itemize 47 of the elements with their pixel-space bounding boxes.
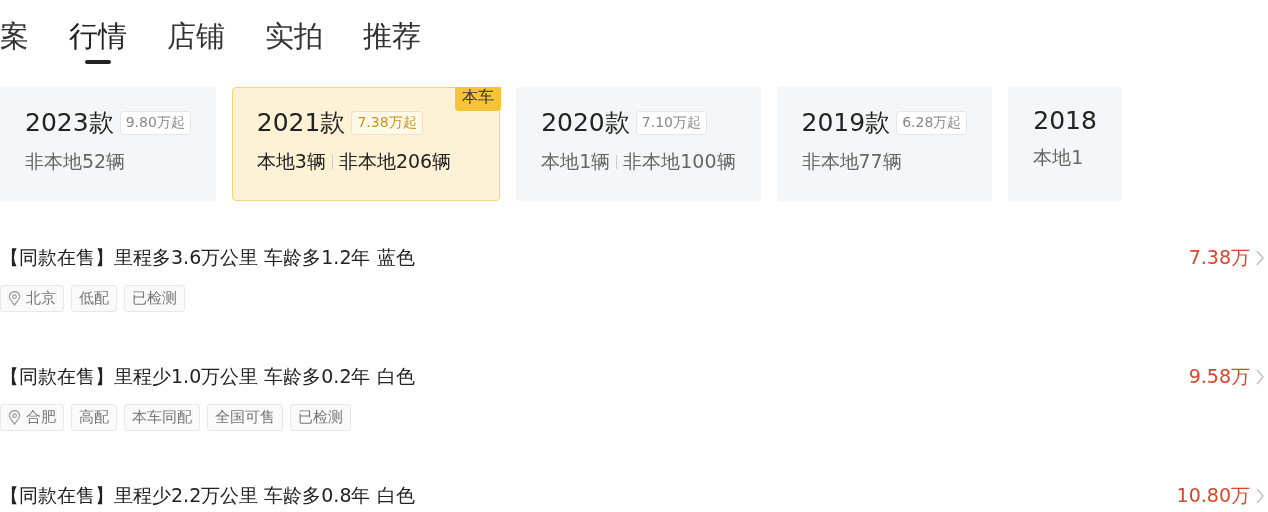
vehicle-count: 本地1辆	[541, 149, 611, 174]
model-year-card[interactable]: 本车 2021款 7.38万起 本地3辆 非本地206辆	[231, 87, 501, 201]
listing-tag: 合肥	[0, 404, 64, 431]
current-car-badge: 本车	[455, 87, 502, 111]
chevron-icon	[1256, 250, 1264, 266]
listing-price[interactable]: 10.80万	[1176, 483, 1250, 509]
tab[interactable]: 店铺	[167, 14, 225, 60]
model-year: 2019款	[801, 107, 891, 139]
starting-price-tag: 7.10万起	[635, 110, 707, 135]
listing-tag: 已检测	[290, 404, 351, 431]
listing-price[interactable]: 7.38万	[1188, 245, 1250, 271]
listing-tag: 高配	[71, 404, 117, 431]
listing-title[interactable]: 【同款在售】里程少1.0万公里 车龄多0.2年 白色	[0, 364, 1189, 390]
listing-tag: 已检测	[124, 285, 185, 312]
listing-tag: 全国可售	[207, 404, 283, 431]
chevron-icon	[1256, 369, 1264, 385]
listing-title[interactable]: 【同款在售】里程少2.2万公里 车龄多0.8年 白色	[0, 483, 1177, 509]
model-year-card[interactable]: 2019款 6.28万起 非本地77辆	[776, 87, 993, 201]
tab[interactable]: 推荐	[363, 14, 421, 60]
tab[interactable]: 案	[0, 14, 29, 60]
location-pin-icon	[8, 410, 21, 425]
listing-tag: 本车同配	[124, 404, 200, 431]
model-year-card[interactable]: 2020款 7.10万起 本地1辆 非本地100辆	[516, 87, 761, 201]
starting-price-tag: 7.38万起	[351, 110, 423, 135]
vehicle-count: 非本地77辆	[801, 149, 902, 174]
tab[interactable]: 行情	[69, 14, 127, 60]
tab-underline	[85, 60, 111, 64]
model-year: 2020款	[541, 107, 630, 139]
vehicle-count: 本地3辆	[256, 149, 326, 174]
vehicle-count: 非本地100辆	[623, 149, 736, 174]
model-year: 2021款	[256, 107, 346, 139]
vehicle-count: 本地1	[1033, 145, 1084, 170]
model-year: 2023款	[25, 107, 114, 139]
listing-title[interactable]: 【同款在售】里程多3.6万公里 车龄多1.2年 蓝色	[0, 245, 1189, 271]
listing-price[interactable]: 9.58万	[1188, 364, 1250, 390]
vehicle-count: 非本地52辆	[25, 149, 126, 174]
location-pin-icon	[8, 291, 21, 306]
starting-price-tag: 6.28万起	[896, 110, 968, 135]
vehicle-count: 非本地206辆	[338, 149, 452, 174]
starting-price-tag: 9.80万起	[119, 110, 191, 135]
model-year: 2018	[1033, 106, 1097, 135]
model-year-card[interactable]: 2018 本地1	[1008, 87, 1122, 201]
tab[interactable]: 实拍	[265, 14, 323, 60]
listing-tag: 低配	[71, 285, 117, 312]
chevron-icon	[1256, 488, 1264, 504]
model-year-card[interactable]: 2023款 9.80万起 非本地52辆	[0, 87, 216, 201]
listing-tag: 北京	[0, 285, 64, 312]
